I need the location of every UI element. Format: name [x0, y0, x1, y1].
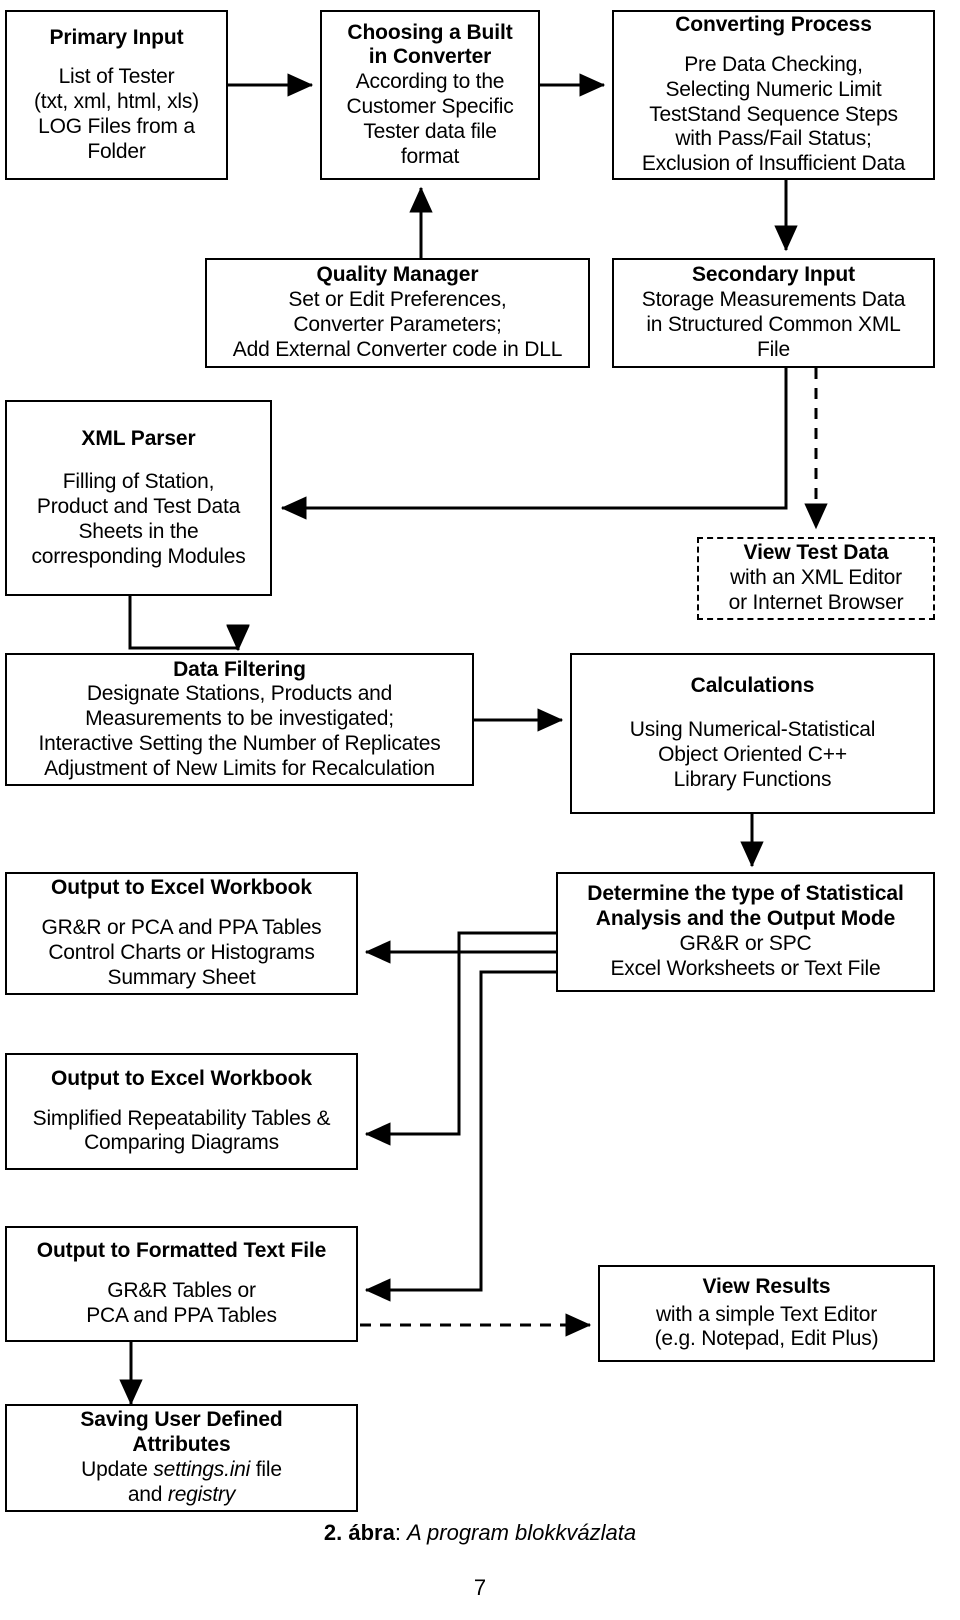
flowchart-diagram: Primary Input List of Tester (txt, xml, …	[0, 0, 960, 1620]
primary-input-line1: List of Tester	[58, 65, 175, 89]
choosing-converter-title-line1: Choosing a Built	[347, 20, 513, 44]
secondary-input-line1: Storage Measurements Data	[641, 288, 906, 312]
node-choosing-converter[interactable]: Choosing a Built in Converter According …	[320, 10, 540, 180]
output-excel-2-title: Output to Excel Workbook	[51, 1066, 312, 1090]
saving-attributes-line2-pre: and	[127, 1482, 168, 1506]
node-quality-manager[interactable]: Quality Manager Set or Edit Preferences,…	[205, 258, 590, 368]
node-secondary-input[interactable]: Secondary Input Storage Measurements Dat…	[612, 258, 935, 368]
xml-parser-line3: Sheets in the	[78, 519, 199, 543]
converting-process-title: Converting Process	[675, 13, 872, 37]
choosing-converter-title-line2: in Converter	[368, 45, 492, 69]
saving-attributes-line2: and registry	[127, 1482, 236, 1508]
calculations-line3: Library Functions	[673, 767, 832, 791]
determine-type-line1: GR&R or SPC	[679, 932, 812, 955]
calculations-line1: Using Numerical-Statistical	[629, 718, 876, 742]
figure-caption-text: A program blokkvázlata	[407, 1520, 637, 1545]
view-test-data-line1: with an XML Editor	[730, 566, 902, 590]
data-filtering-title: Data Filtering	[173, 657, 306, 681]
secondary-input-title: Secondary Input	[691, 263, 856, 287]
output-text-file-line2: PCA and PPA Tables	[86, 1303, 277, 1327]
saving-attributes-line1-post: file	[250, 1458, 282, 1481]
output-excel-2-line1: Simplified Repeatability Tables &	[32, 1106, 331, 1130]
primary-input-title: Primary Input	[49, 25, 184, 49]
xml-parser-line4: corresponding Modules	[31, 544, 246, 568]
view-results-title: View Results	[702, 1274, 831, 1298]
node-output-text-file[interactable]: Output to Formatted Text File GR&R Table…	[5, 1226, 358, 1342]
converting-process-line4: with Pass/Fail Status;	[675, 127, 872, 151]
saving-attributes-title-line2: Attributes	[132, 1433, 231, 1457]
node-xml-parser[interactable]: XML Parser Filling of Station, Product a…	[5, 400, 272, 596]
saving-attributes-line1-pre: Update	[81, 1458, 154, 1481]
primary-input-line3: LOG Files from a	[38, 114, 195, 138]
page-number: 7	[473, 1575, 487, 1600]
calculations-title: Calculations	[690, 674, 815, 698]
output-excel-1-line1: GR&R or PCA and PPA Tables	[41, 916, 322, 940]
saving-attributes-line1: Update settings.ini file	[81, 1458, 282, 1483]
xml-parser-line2: Product and Test Data	[36, 495, 241, 519]
figure-caption-label: 2. ábra	[323, 1520, 395, 1545]
choosing-converter-line3: Tester data file	[363, 119, 497, 143]
quality-manager-line1: Set or Edit Preferences,	[288, 288, 507, 312]
converting-process-line3: TestStand Sequence Steps	[649, 102, 898, 126]
view-results-line1: with a simple Text Editor	[655, 1302, 878, 1326]
node-primary-input[interactable]: Primary Input List of Tester (txt, xml, …	[5, 10, 228, 180]
determine-type-line2: Excel Worksheets or Text File	[610, 956, 881, 980]
node-calculations[interactable]: Calculations Using Numerical-Statistical…	[570, 653, 935, 814]
choosing-converter-line2: Customer Specific	[346, 95, 514, 118]
converting-process-line2: Selecting Numeric Limit	[665, 77, 882, 101]
view-test-data-line2: or Internet Browser	[728, 590, 904, 614]
node-determine-type[interactable]: Determine the type of Statistical Analys…	[556, 872, 935, 992]
output-excel-1-title: Output to Excel Workbook	[51, 876, 312, 900]
secondary-input-line3: File	[756, 337, 791, 361]
output-excel-2-line2: Comparing Diagrams	[84, 1131, 279, 1155]
primary-input-line4: Folder	[87, 139, 146, 163]
arrow-determine-to-excel2	[364, 931, 556, 1146]
xml-parser-title: XML Parser	[81, 426, 196, 450]
node-data-filtering[interactable]: Data Filtering Designate Stations, Produ…	[5, 653, 474, 786]
saving-attributes-registry: registry	[167, 1482, 236, 1506]
determine-type-title-line1: Determine the type of Statistical	[587, 882, 904, 906]
view-results-line2: (e.g. Notepad, Edit Plus)	[654, 1327, 879, 1351]
wire-parser-down	[128, 596, 238, 650]
arrow-determine-to-textfile	[364, 970, 556, 1302]
xml-parser-line1: Filling of Station,	[62, 470, 215, 494]
node-view-test-data[interactable]: View Test Data with an XML Editor or Int…	[697, 537, 935, 620]
determine-type-title-line2: Analysis and the Output Mode	[595, 907, 896, 931]
primary-input-line2: (txt, xml, html, xls)	[34, 90, 199, 114]
arrow-secondary-to-parser	[280, 368, 788, 520]
data-filtering-line4: Adjustment of New Limits for Recalculati…	[44, 756, 435, 780]
output-text-file-line1: GR&R Tables or	[107, 1279, 256, 1303]
converting-process-line1: Pre Data Checking,	[684, 52, 863, 76]
saving-attributes-title-line1: Saving User Defined	[80, 1408, 283, 1432]
figure-caption-separator: :	[394, 1520, 408, 1545]
output-excel-1-line2: Control Charts or Histograms	[48, 941, 315, 964]
quality-manager-title: Quality Manager	[316, 263, 479, 287]
wire-parser-elbow	[128, 596, 238, 650]
node-saving-attributes[interactable]: Saving User Defined Attributes Update se…	[5, 1404, 358, 1512]
node-output-excel-1[interactable]: Output to Excel Workbook GR&R or PCA and…	[5, 872, 358, 995]
saving-attributes-settings-file: settings.ini	[153, 1458, 251, 1481]
node-view-results[interactable]: View Results with a simple Text Editor (…	[598, 1265, 935, 1362]
view-test-data-title: View Test Data	[743, 541, 889, 565]
quality-manager-line2: Converter Parameters;	[293, 313, 502, 336]
output-excel-1-line3: Summary Sheet	[107, 965, 256, 989]
calculations-line2: Object Oriented C++	[658, 743, 847, 766]
choosing-converter-line1: According to the	[355, 70, 505, 94]
figure-caption: 2. ábra: A program blokkvázlata	[0, 1520, 960, 1546]
output-text-file-title: Output to Formatted Text File	[36, 1239, 327, 1263]
data-filtering-line1: Designate Stations, Products and	[86, 682, 393, 706]
converting-process-line5: Exclusion of Insufficient Data	[641, 152, 906, 176]
data-filtering-line3: Interactive Setting the Number of Replic…	[38, 731, 441, 755]
node-output-excel-2[interactable]: Output to Excel Workbook Simplified Repe…	[5, 1053, 358, 1170]
choosing-converter-line4: format	[400, 144, 460, 168]
node-converting-process[interactable]: Converting Process Pre Data Checking, Se…	[612, 10, 935, 180]
secondary-input-line2: in Structured Common XML	[646, 313, 901, 336]
data-filtering-line2: Measurements to be investigated;	[85, 707, 394, 731]
quality-manager-line3: Add External Converter code in DLL	[232, 337, 563, 361]
